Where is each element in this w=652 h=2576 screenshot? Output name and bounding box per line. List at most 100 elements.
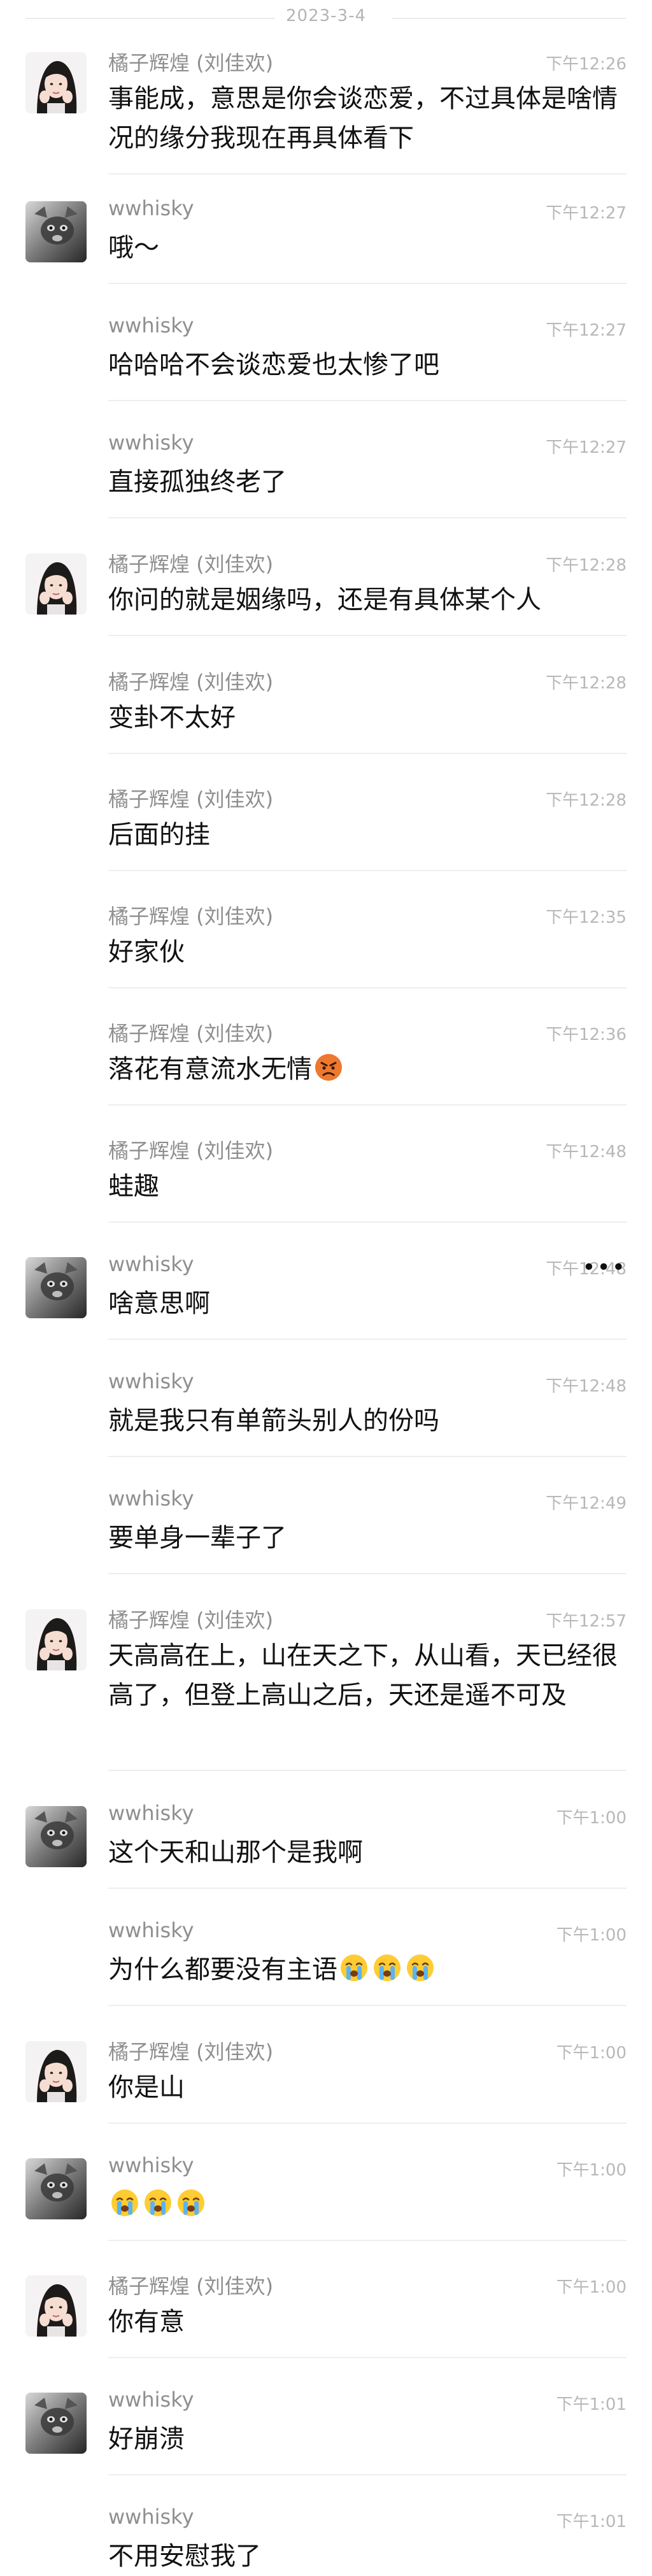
- message-text-content: 要单身一辈子了: [108, 1523, 287, 1553]
- message-divider: [108, 173, 627, 174]
- message-text: 啥意思啊: [108, 1284, 624, 1323]
- message-text: 这个天和山那个是我啊: [108, 1833, 624, 1872]
- message-timestamp: 下午1:00: [556, 1926, 627, 1945]
- message-text-content: 落花有意流水无情: [108, 1055, 312, 1084]
- crying-face-icon: [372, 1953, 402, 1983]
- message-divider: [108, 870, 627, 871]
- message-text-content: 就是我只有单箭头别人的份吗: [108, 1406, 439, 1435]
- message-timestamp: 下午12:28: [546, 556, 627, 575]
- sender-name: wwhisky: [108, 2387, 194, 2412]
- message-text: 就是我只有单箭头别人的份吗: [108, 1401, 624, 1441]
- avatar[interactable]: [25, 2041, 87, 2102]
- sender-name: wwhisky: [108, 1486, 194, 1511]
- message-text: 要单身一辈子了: [108, 1518, 624, 1558]
- sender-name: wwhisky: [108, 431, 194, 455]
- message-timestamp: 下午1:00: [556, 2278, 627, 2297]
- message-timestamp: 下午12:36: [546, 1025, 627, 1044]
- avatar[interactable]: [25, 2393, 87, 2454]
- message-divider: [108, 1456, 627, 1457]
- message-text: 你有意: [108, 2302, 624, 2342]
- message-divider: [108, 1770, 627, 1771]
- message-text-content: 好家伙: [108, 937, 185, 967]
- crying-face-icon: [143, 2188, 173, 2218]
- message-text-content: 你有意: [108, 2307, 185, 2337]
- message-text: 为什么都要没有主语: [108, 1950, 624, 1989]
- message-text: 落花有意流水无情: [108, 1050, 624, 1089]
- avatar[interactable]: [25, 2158, 87, 2219]
- message-timestamp: 下午12:26: [546, 55, 627, 74]
- message-text-content: 你是山: [108, 2073, 185, 2102]
- message-timestamp: 下午12:27: [546, 204, 627, 223]
- crying-face-icon: [110, 2188, 140, 2218]
- message-text-content: 不用安慰我了: [108, 2542, 261, 2571]
- crying-face-icon: [405, 1953, 436, 1983]
- sender-name: wwhisky: [108, 196, 194, 220]
- sender-name: wwhisky: [108, 1252, 194, 1276]
- sender-name: wwhisky: [108, 2153, 194, 2177]
- message-divider: [108, 1221, 627, 1223]
- message-divider: [108, 1888, 627, 1889]
- message-timestamp: 下午12:48: [546, 1377, 627, 1396]
- message-divider: [108, 283, 627, 284]
- message-text: 天高高在上，山在天之下，从山看，天已经很高了，但登上高山之后，天还是遥不可及: [108, 1636, 624, 1715]
- crying-face-icon: [339, 1953, 369, 1983]
- sender-name: 橘子辉煌 (刘佳欢): [108, 2274, 274, 2298]
- sender-name: wwhisky: [108, 1801, 194, 1825]
- message-timestamp: 下午12:35: [546, 908, 627, 927]
- message-divider: [108, 987, 627, 988]
- message-text-content: 好崩溃: [108, 2424, 185, 2454]
- message-text: 后面的挂: [108, 815, 624, 855]
- sender-name: 橘子辉煌 (刘佳欢): [108, 51, 274, 75]
- message-text: [108, 2185, 624, 2224]
- message-text-content: 为什么都要没有主语: [108, 1955, 337, 1984]
- more-options-icon[interactable]: •••: [582, 1255, 627, 1281]
- sender-name: wwhisky: [108, 313, 194, 338]
- message-timestamp: 下午1:00: [556, 2161, 627, 2180]
- date-label: 2023-3-4: [285, 6, 366, 25]
- message-text: 哈哈哈不会谈恋爱也太惨了吧: [108, 345, 624, 385]
- message-timestamp: 下午12:27: [546, 438, 627, 457]
- message-timestamp: 下午12:27: [546, 321, 627, 340]
- message-timestamp: 下午12:28: [546, 674, 627, 693]
- pouting-face-icon: [313, 1052, 344, 1083]
- message-text-content: 哈哈哈不会谈恋爱也太惨了吧: [108, 350, 439, 380]
- message-text: 变卦不太好: [108, 698, 624, 737]
- message-divider: [108, 753, 627, 754]
- avatar[interactable]: [25, 1257, 87, 1318]
- message-text: 事能成，意思是你会谈恋爱，不过具体是啥情况的缘分我现在再具体看下: [108, 79, 624, 158]
- message-text-content: 这个天和山那个是我啊: [108, 1838, 363, 1867]
- message-text-content: 你问的就是姻缘吗，还是有具体某个人: [108, 585, 541, 615]
- avatar[interactable]: [25, 553, 87, 615]
- message-divider: [108, 1573, 627, 1574]
- sender-name: 橘子辉煌 (刘佳欢): [108, 904, 274, 929]
- message-divider: [108, 2474, 627, 2475]
- message-divider: [108, 1104, 627, 1106]
- message-text: 哦～: [108, 228, 624, 267]
- sender-name: 橘子辉煌 (刘佳欢): [108, 2040, 274, 2064]
- date-divider-left: [25, 18, 275, 19]
- sender-name: 橘子辉煌 (刘佳欢): [108, 787, 274, 811]
- message-text: 好家伙: [108, 932, 624, 972]
- avatar[interactable]: [25, 1806, 87, 1867]
- message-timestamp: 下午1:00: [556, 1809, 627, 1828]
- message-divider: [108, 1339, 627, 1340]
- avatar[interactable]: [25, 201, 87, 262]
- avatar[interactable]: [25, 52, 87, 113]
- sender-name: 橘子辉煌 (刘佳欢): [108, 1021, 274, 1046]
- message-timestamp: 下午12:28: [546, 791, 627, 810]
- sender-name: wwhisky: [108, 1918, 194, 1942]
- message-text-content: 蛙趣: [108, 1172, 159, 1201]
- message-timestamp: 下午12:49: [546, 1494, 627, 1513]
- avatar[interactable]: [25, 2275, 87, 2337]
- sender-name: 橘子辉煌 (刘佳欢): [108, 1139, 274, 1163]
- date-divider-right: [392, 18, 626, 19]
- message-timestamp: 下午1:01: [556, 2395, 627, 2414]
- message-divider: [108, 635, 627, 636]
- sender-name: 橘子辉煌 (刘佳欢): [108, 1608, 274, 1632]
- message-text: 不用安慰我了: [108, 2537, 624, 2576]
- sender-name: 橘子辉煌 (刘佳欢): [108, 670, 274, 694]
- message-text: 你问的就是姻缘吗，还是有具体某个人: [108, 580, 624, 620]
- avatar[interactable]: [25, 1609, 87, 1670]
- message-text-content: 啥意思啊: [108, 1289, 210, 1318]
- message-text: 你是山: [108, 2068, 624, 2107]
